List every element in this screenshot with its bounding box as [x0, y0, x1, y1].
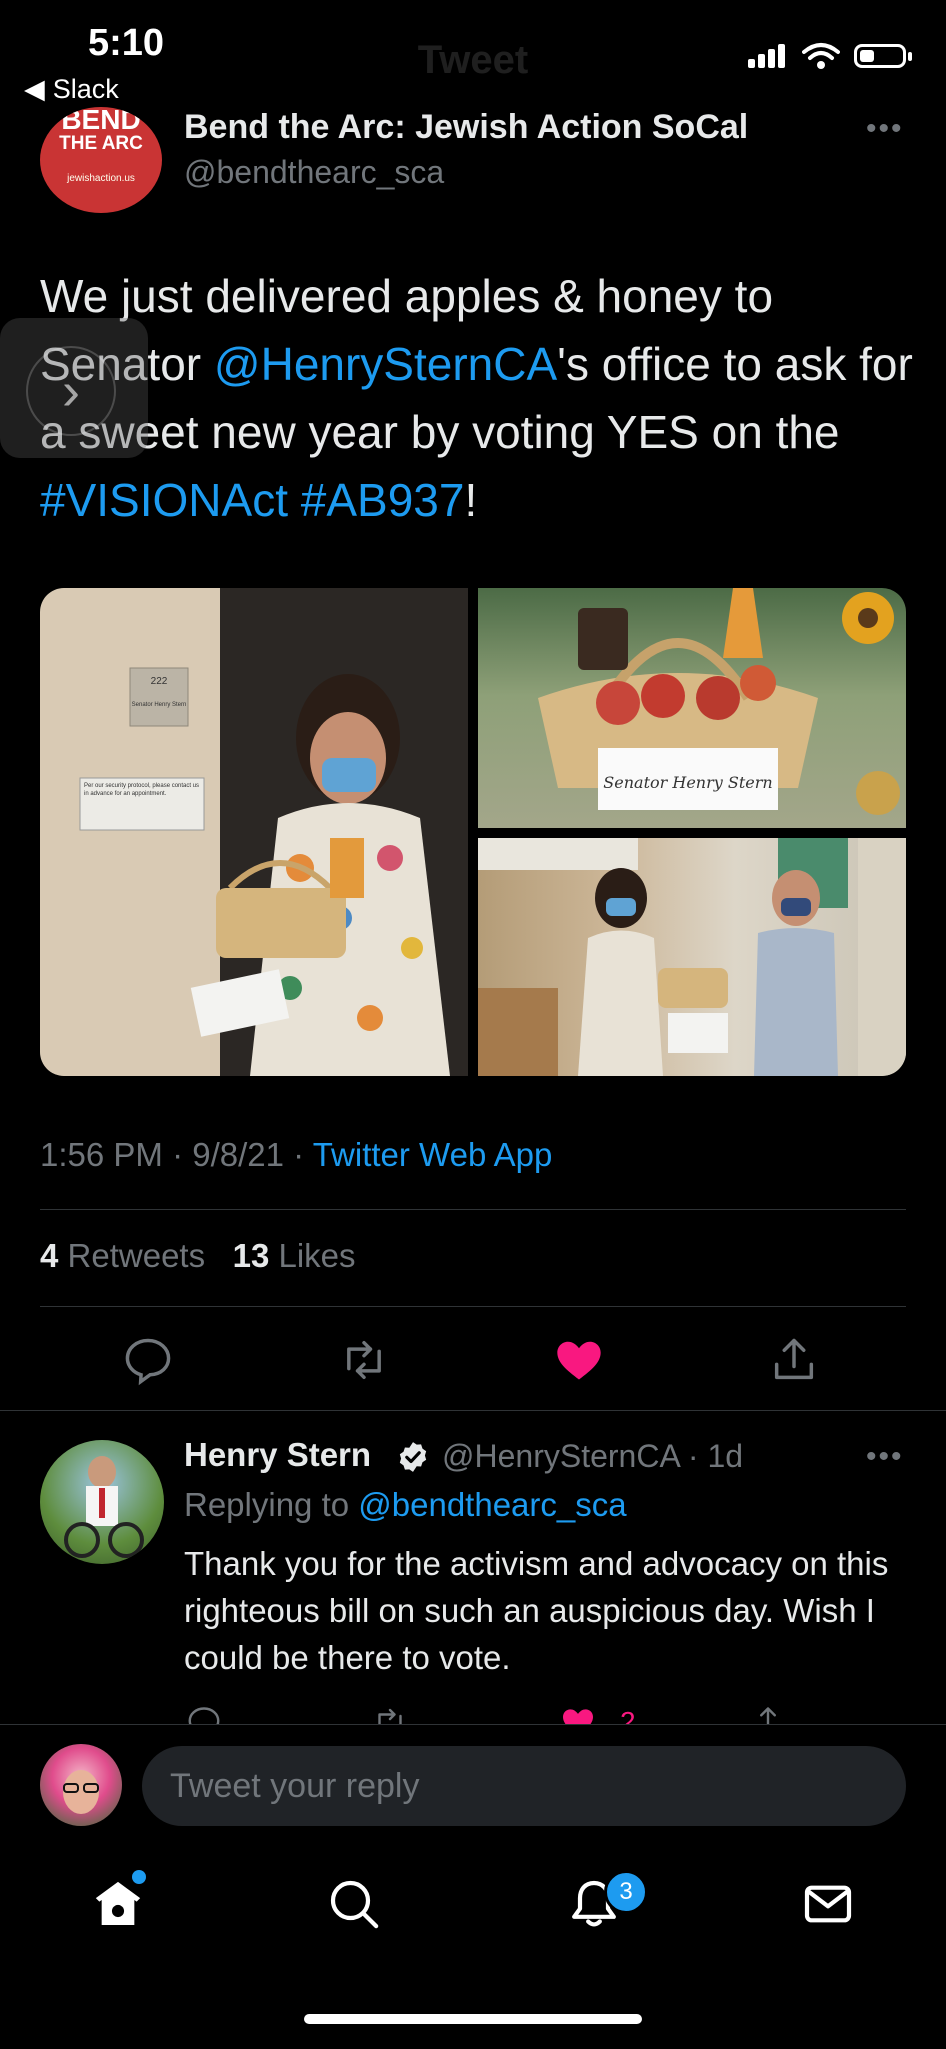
tweet-text-part: !	[464, 474, 478, 526]
likes-stat[interactable]: 13 Likes	[233, 1237, 356, 1274]
reply-author-handle[interactable]: @HenrySternCA · 1d	[442, 1438, 743, 1475]
tweet-photo-3[interactable]	[478, 838, 906, 1076]
tweet-text: We just delivered apples & honey to Sena…	[40, 262, 920, 534]
divider	[40, 1306, 906, 1307]
reply-author-avatar[interactable]	[40, 1440, 164, 1564]
tweet-stats: 4 Retweets 13 Likes	[40, 1237, 356, 1275]
home-new-indicator	[132, 1870, 146, 1884]
photo-handoff-in-office	[478, 838, 906, 1076]
wifi-icon	[802, 43, 840, 69]
avatar-logo-line1: BEND	[61, 107, 141, 135]
basket-card-text: Senator Henry Stern	[603, 773, 772, 792]
divider	[40, 1209, 906, 1210]
photo-gift-basket: Senator Henry Stern	[538, 588, 900, 815]
hashtag-link[interactable]: #AB937	[301, 474, 465, 526]
battery-icon	[854, 44, 912, 68]
notifications-badge: 3	[604, 1870, 648, 1914]
security-notice: Per our security protocol, please contac…	[84, 783, 199, 797]
photo-woman-at-door: 222 Senator Henry Stern Per our security…	[79, 667, 450, 1076]
tweet-text-space	[288, 474, 301, 526]
retweets-stat[interactable]: 4 Retweets	[40, 1237, 205, 1274]
mention-link[interactable]: @HenrySternCA	[214, 338, 557, 390]
author-name[interactable]: Bend the Arc: Jewish Action SoCal	[184, 108, 748, 147]
avatar-logo-line2: THE ARC	[59, 133, 143, 154]
tweet-reply-input[interactable]	[142, 1746, 906, 1826]
chevron-right-icon[interactable]: ›	[26, 346, 116, 436]
search-icon[interactable]	[326, 1876, 382, 1932]
home-indicator[interactable]	[304, 2014, 642, 2024]
reply-icon[interactable]	[122, 1334, 174, 1386]
share-icon[interactable]	[768, 1334, 820, 1386]
hashtag-link[interactable]: #VISIONAct	[40, 474, 288, 526]
timestamp-text: 1:56 PM · 9/8/21 ·	[40, 1136, 313, 1173]
door-sign: Senator Henry Stern	[132, 702, 187, 708]
replying-to: Replying to @bendthearc_sca	[184, 1486, 627, 1524]
status-icons	[748, 42, 912, 70]
cellular-signal-icon	[748, 44, 788, 68]
my-avatar-photo	[63, 1770, 99, 1814]
door-number: 222	[151, 676, 168, 687]
reply-author-name[interactable]: Henry Stern	[184, 1436, 371, 1474]
like-filled-icon[interactable]	[553, 1334, 605, 1386]
verified-badge-icon	[399, 1442, 427, 1472]
home-icon[interactable]	[90, 1876, 146, 1932]
my-avatar[interactable]	[40, 1744, 122, 1826]
tweet-photo-2[interactable]: Senator Henry Stern	[478, 588, 906, 828]
avatar-photo	[64, 1456, 144, 1558]
replying-prefix: Replying to	[184, 1486, 359, 1523]
reply-more-options-icon[interactable]: •••	[866, 1440, 904, 1474]
more-options-icon[interactable]: •••	[866, 112, 904, 146]
retweet-icon[interactable]	[338, 1334, 390, 1386]
tweet-timestamp: 1:56 PM · 9/8/21 · Twitter Web App	[40, 1136, 552, 1174]
reply-text: Thank you for the activism and advocacy …	[184, 1545, 889, 1676]
replying-to-link[interactable]: @bendthearc_sca	[358, 1486, 626, 1523]
avatar-logo-url: jewishaction.us	[67, 173, 135, 184]
tweet-photo-1[interactable]: 222 Senator Henry Stern Per our security…	[40, 588, 468, 1076]
divider	[0, 1410, 946, 1411]
source-link[interactable]: Twitter Web App	[313, 1136, 553, 1173]
messages-envelope-icon[interactable]	[800, 1876, 856, 1932]
author-handle[interactable]: @bendthearc_sca	[184, 154, 444, 191]
author-avatar[interactable]: BEND THE ARC jewishaction.us	[40, 107, 162, 213]
